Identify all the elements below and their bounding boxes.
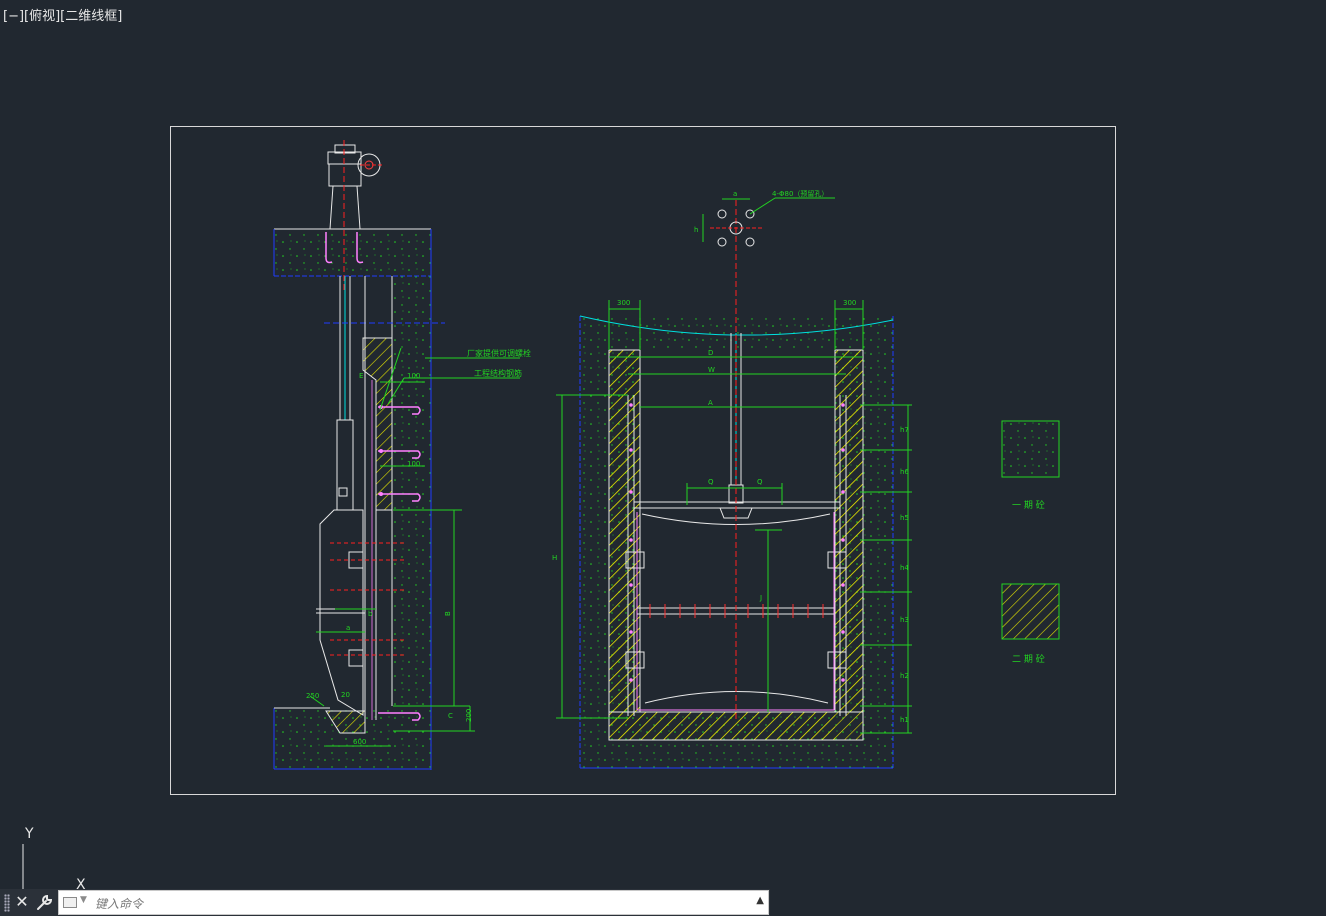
section-view: E 100 100 B C 200 a b 600 20 250 厂家提供可调螺… bbox=[273, 140, 531, 770]
label-A: A bbox=[708, 399, 713, 407]
label-a: a bbox=[346, 624, 350, 632]
label-W: W bbox=[708, 366, 715, 374]
dim-100-b: 100 bbox=[407, 460, 420, 468]
legend-second-stage: 二 期 砼 bbox=[1012, 653, 1045, 665]
h-label-7: h7 bbox=[900, 426, 909, 434]
ucs-icon: Y X bbox=[22, 826, 86, 889]
ucs-x-label: X bbox=[76, 877, 86, 889]
elevation-view: 300 300 D W A Q Q J H a h 4-Φ80（预留孔） h7 … bbox=[552, 189, 912, 769]
dim-200: 200 bbox=[465, 709, 473, 722]
command-input[interactable] bbox=[93, 893, 737, 915]
label-H: H bbox=[552, 554, 557, 562]
label-Q-right: Q bbox=[757, 478, 763, 486]
legend-first-stage: 一 期 砼 bbox=[1012, 499, 1045, 511]
dim-300-left: 300 bbox=[617, 299, 630, 307]
label-h-top: h bbox=[694, 226, 698, 234]
h-label-4: h4 bbox=[900, 564, 909, 572]
dim-20: 20 bbox=[341, 691, 350, 699]
h-label-1: h1 bbox=[900, 716, 909, 724]
note-vendor-bolt: 厂家提供可调螺栓 bbox=[467, 348, 531, 358]
ucs-y-label: Y bbox=[24, 826, 34, 842]
legend: 一 期 砼 二 期 砼 bbox=[1001, 420, 1060, 665]
grip-handle[interactable] bbox=[4, 894, 10, 912]
label-b: b bbox=[368, 610, 373, 618]
label-a-top: a bbox=[733, 190, 737, 198]
h-label-6: h6 bbox=[900, 468, 909, 476]
chevron-up-icon[interactable]: ▲ bbox=[756, 895, 764, 906]
label-Q-left: Q bbox=[708, 478, 714, 486]
label-J: J bbox=[759, 594, 762, 602]
dim-300-right: 300 bbox=[843, 299, 856, 307]
command-line-bar: ✕ ▼ ▲ bbox=[0, 889, 770, 916]
close-icon[interactable]: ✕ bbox=[14, 892, 30, 912]
dim-600: 600 bbox=[353, 738, 366, 746]
drawing-canvas[interactable]: E 100 100 B C 200 a b 600 20 250 厂家提供可调螺… bbox=[0, 0, 1326, 889]
note-holes: 4-Φ80（预留孔） bbox=[772, 189, 828, 198]
note-site-rebar: 工程结构钢筋 bbox=[474, 368, 522, 378]
prompt-icon[interactable] bbox=[63, 897, 77, 908]
label-D: D bbox=[708, 349, 713, 357]
command-field[interactable]: ▼ ▲ bbox=[58, 890, 769, 915]
label-E: E bbox=[359, 372, 363, 380]
chevron-down-icon[interactable]: ▼ bbox=[80, 895, 87, 905]
label-C: C bbox=[448, 712, 453, 720]
label-B: B bbox=[444, 611, 452, 616]
dim-250: 250 bbox=[306, 692, 319, 700]
h-label-5: h5 bbox=[900, 514, 909, 522]
wrench-icon[interactable] bbox=[35, 892, 55, 912]
h-label-2: h2 bbox=[900, 672, 909, 680]
dim-100-a: 100 bbox=[407, 372, 420, 380]
h-label-3: h3 bbox=[900, 616, 909, 624]
